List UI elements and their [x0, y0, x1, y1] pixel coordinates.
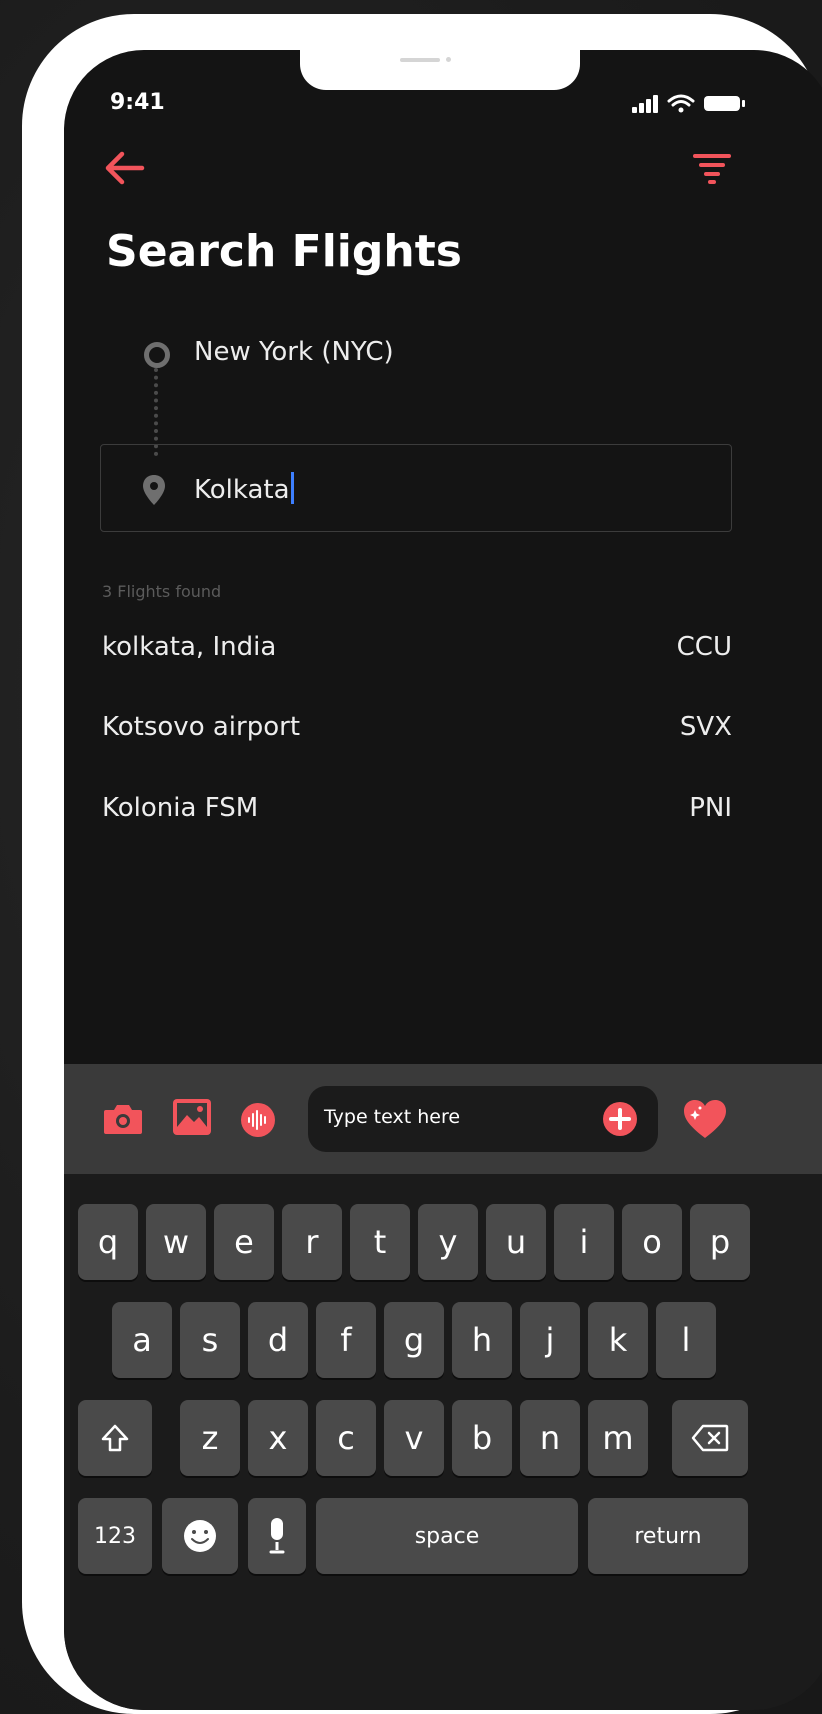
- map-pin-icon: [143, 475, 165, 505]
- message-placeholder: Type text here: [324, 1106, 461, 1128]
- backspace-icon: [691, 1424, 729, 1452]
- emoji-icon: [184, 1520, 216, 1552]
- phone-notch: [300, 50, 580, 90]
- key-q[interactable]: q: [78, 1204, 138, 1280]
- result-row[interactable]: Kolonia FSM PNI: [102, 783, 732, 833]
- key-g[interactable]: g: [384, 1302, 444, 1378]
- key-m[interactable]: m: [588, 1400, 648, 1476]
- camera-icon[interactable]: [102, 1102, 144, 1136]
- numbers-key[interactable]: 123: [78, 1498, 152, 1574]
- key-s[interactable]: s: [180, 1302, 240, 1378]
- key-n[interactable]: n: [520, 1400, 580, 1476]
- space-key[interactable]: space: [316, 1498, 578, 1574]
- signal-icon: [632, 95, 658, 113]
- key-i[interactable]: i: [554, 1204, 614, 1280]
- result-name: Kolonia FSM: [102, 793, 259, 823]
- audio-icon[interactable]: [240, 1102, 276, 1138]
- route-connector: [154, 368, 158, 456]
- image-icon[interactable]: [172, 1098, 212, 1136]
- key-f[interactable]: f: [316, 1302, 376, 1378]
- result-code: SVX: [679, 712, 732, 742]
- key-v[interactable]: v: [384, 1400, 444, 1476]
- key-c[interactable]: c: [316, 1400, 376, 1476]
- key-p[interactable]: p: [690, 1204, 750, 1280]
- key-u[interactable]: u: [486, 1204, 546, 1280]
- key-h[interactable]: h: [452, 1302, 512, 1378]
- circle-icon: [144, 342, 170, 368]
- result-row[interactable]: Kotsovo airport SVX: [102, 702, 732, 752]
- destination-value: Kolkata: [194, 475, 290, 505]
- speaker-grill: [400, 58, 440, 62]
- heart-icon[interactable]: [682, 1098, 728, 1140]
- filter-funnel-icon[interactable]: [692, 152, 732, 186]
- result-row[interactable]: kolkata, India CCU: [102, 622, 732, 672]
- key-r[interactable]: r: [282, 1204, 342, 1280]
- key-e[interactable]: e: [214, 1204, 274, 1280]
- key-a[interactable]: a: [112, 1302, 172, 1378]
- backspace-key[interactable]: [672, 1400, 748, 1476]
- key-b[interactable]: b: [452, 1400, 512, 1476]
- key-x[interactable]: x: [248, 1400, 308, 1476]
- result-name: Kotsovo airport: [102, 712, 301, 742]
- key-j[interactable]: j: [520, 1302, 580, 1378]
- key-l[interactable]: l: [656, 1302, 716, 1378]
- results-count: 3 Flights found: [102, 582, 222, 601]
- destination-field[interactable]: Kolkata: [194, 472, 294, 505]
- front-camera: [446, 57, 451, 62]
- input-toolbar: Type text here: [64, 1064, 822, 1174]
- return-key[interactable]: return: [588, 1498, 748, 1574]
- shift-key[interactable]: [78, 1400, 152, 1476]
- text-cursor: [290, 472, 294, 504]
- key-z[interactable]: z: [180, 1400, 240, 1476]
- microphone-icon: [269, 1518, 285, 1554]
- result-name: kolkata, India: [102, 632, 277, 662]
- shift-arrow-icon: [101, 1424, 129, 1452]
- phone-screen: 9:41 Search Flights New York (NYC) Kolka…: [64, 50, 822, 1710]
- battery-icon: [704, 96, 745, 111]
- key-y[interactable]: y: [418, 1204, 478, 1280]
- result-code: PNI: [689, 793, 732, 823]
- wifi-icon: [667, 94, 695, 113]
- result-code: CCU: [676, 632, 732, 662]
- phone-frame: 9:41 Search Flights New York (NYC) Kolka…: [22, 14, 822, 1714]
- status-time: 9:41: [110, 90, 165, 115]
- message-input[interactable]: Type text here: [308, 1086, 658, 1152]
- key-k[interactable]: k: [588, 1302, 648, 1378]
- arrow-left-icon[interactable]: [102, 150, 146, 186]
- plus-icon[interactable]: [602, 1101, 638, 1137]
- key-t[interactable]: t: [350, 1204, 410, 1280]
- origin-field[interactable]: New York (NYC): [194, 337, 394, 367]
- mic-key[interactable]: [248, 1498, 306, 1574]
- status-icons: [632, 94, 745, 113]
- page-title: Search Flights: [106, 226, 462, 277]
- key-w[interactable]: w: [146, 1204, 206, 1280]
- key-o[interactable]: o: [622, 1204, 682, 1280]
- emoji-key[interactable]: [162, 1498, 238, 1574]
- key-d[interactable]: d: [248, 1302, 308, 1378]
- keyboard: q w e r t y u i o p a s d f g h j k l z …: [64, 1174, 822, 1710]
